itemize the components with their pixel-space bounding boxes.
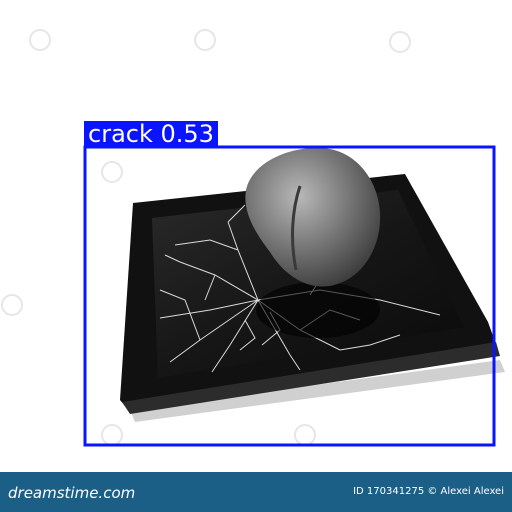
watermark-brand: dreamstime.com [8, 484, 136, 502]
watermark-credit: ID 170341275 © Alexei Alexei [353, 486, 504, 497]
watermark-bar: dreamstime.com ID 170341275 © Alexei Ale… [0, 472, 512, 512]
photo-scene [1, 29, 505, 447]
rock-shadow [256, 282, 380, 338]
detection-label: crack 0.53 [84, 121, 218, 148]
